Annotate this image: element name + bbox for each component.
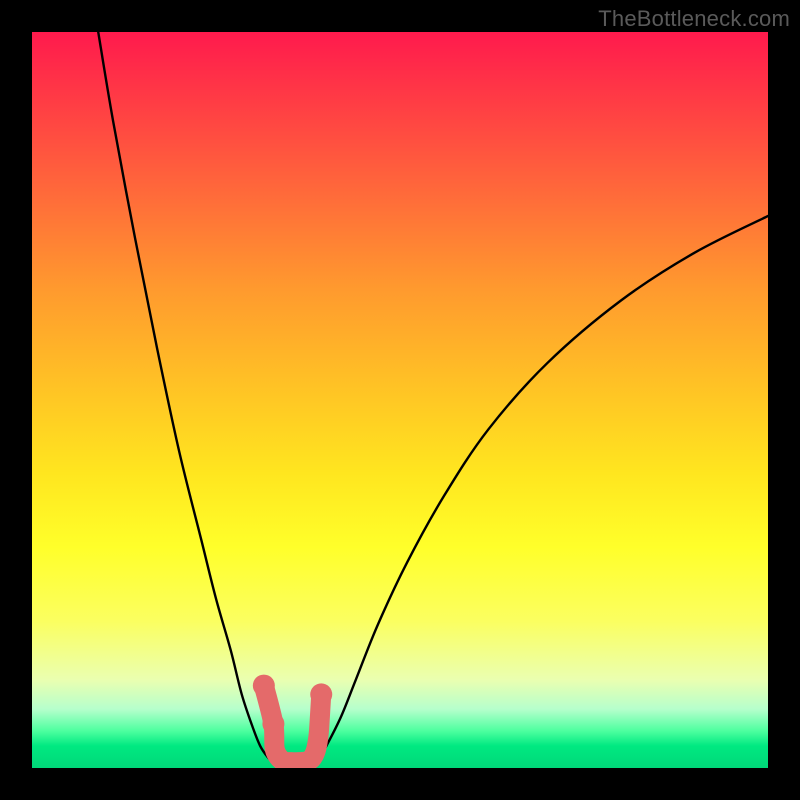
watermark-text: TheBottleneck.com — [598, 6, 790, 32]
curve-layer — [98, 32, 768, 768]
chart-frame: TheBottleneck.com — [0, 0, 800, 800]
valley-blob-dot — [253, 675, 275, 697]
left-curve — [98, 32, 281, 768]
right-curve — [312, 216, 768, 768]
plot-area — [32, 32, 768, 768]
valley-blob-dot — [310, 683, 332, 705]
valley-blob-dot — [262, 713, 284, 735]
chart-svg — [32, 32, 768, 768]
blob-layer — [253, 675, 332, 763]
